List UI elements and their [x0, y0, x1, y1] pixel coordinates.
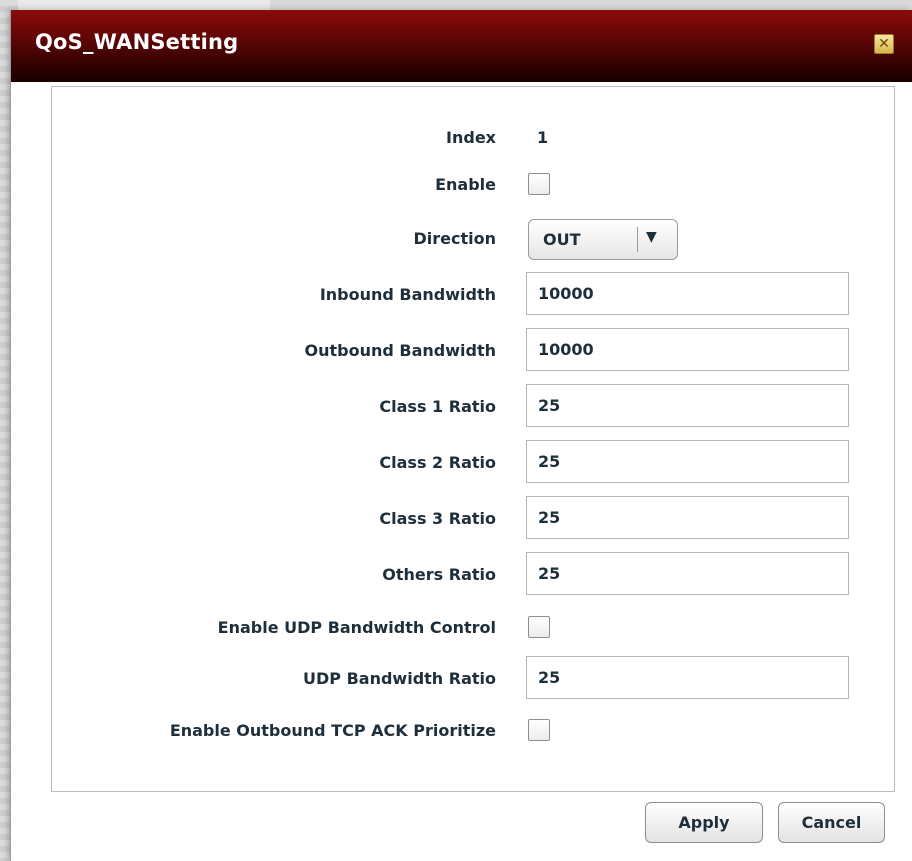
dialog-titlebar: QoS_WANSetting ✕ — [11, 10, 912, 82]
others-ratio-label: Others Ratio — [382, 565, 496, 584]
direction-label: Direction — [413, 229, 496, 248]
class2-ratio-label: Class 2 Ratio — [379, 453, 496, 472]
udp-bandwidth-ratio-input[interactable] — [526, 656, 849, 699]
class2-ratio-input[interactable] — [526, 440, 849, 483]
class1-ratio-input[interactable] — [526, 384, 849, 427]
dialog-title: QoS_WANSetting — [35, 30, 239, 54]
enable-checkbox[interactable] — [528, 173, 550, 195]
index-value: 1 — [537, 128, 549, 147]
outbound-bandwidth-label: Outbound Bandwidth — [304, 341, 496, 360]
enable-udp-bandwidth-control-label: Enable UDP Bandwidth Control — [217, 618, 496, 637]
cancel-button[interactable]: Cancel — [778, 802, 885, 843]
enable-outbound-tcp-ack-label: Enable Outbound TCP ACK Prioritize — [169, 721, 496, 740]
class3-ratio-label: Class 3 Ratio — [379, 509, 496, 528]
direction-select[interactable]: OUT ▼ — [528, 219, 678, 260]
others-ratio-input[interactable] — [526, 552, 849, 595]
udp-bandwidth-ratio-label: UDP Bandwidth Ratio — [303, 669, 496, 688]
apply-button[interactable]: Apply — [645, 802, 763, 843]
direction-selected-value: OUT — [543, 230, 581, 249]
enable-outbound-tcp-ack-checkbox[interactable] — [528, 719, 550, 741]
index-label: Index — [446, 128, 496, 147]
chevron-down-icon: ▼ — [646, 229, 657, 245]
select-divider — [637, 227, 638, 252]
inbound-bandwidth-label: Inbound Bandwidth — [319, 285, 496, 304]
inbound-bandwidth-input[interactable] — [526, 272, 849, 315]
enable-label: Enable — [435, 175, 496, 194]
class1-ratio-label: Class 1 Ratio — [379, 397, 496, 416]
outbound-bandwidth-input[interactable] — [526, 328, 849, 371]
close-icon[interactable]: ✕ — [874, 34, 894, 54]
class3-ratio-input[interactable] — [526, 496, 849, 539]
enable-udp-bandwidth-control-checkbox[interactable] — [528, 616, 550, 638]
